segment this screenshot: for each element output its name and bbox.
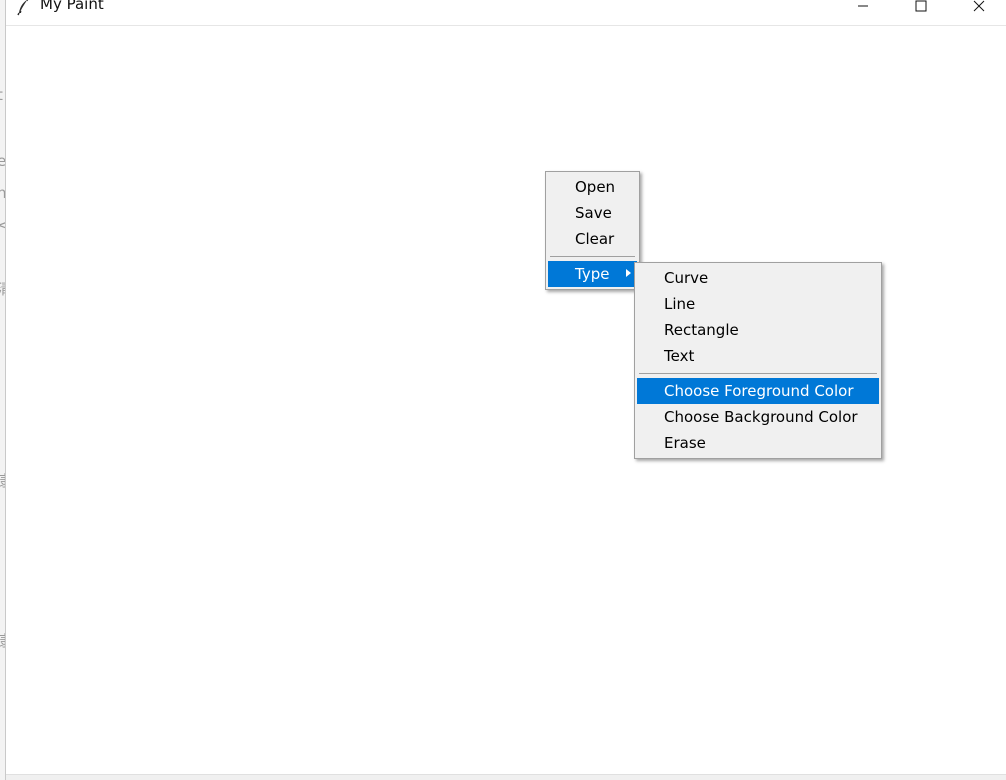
maximize-icon: [915, 0, 927, 16]
menu-item-label: Save: [575, 204, 612, 222]
menu-item-label: Rectangle: [664, 321, 739, 339]
window-title: My Paint: [40, 0, 104, 13]
menu-item-type[interactable]: Type: [548, 261, 637, 287]
menu-separator: [550, 256, 635, 257]
menu-item-label: Erase: [664, 434, 706, 452]
menu-separator: [639, 373, 877, 374]
background-glyph: t: [0, 86, 3, 104]
submenu-arrow-icon: [626, 269, 631, 277]
title-bar[interactable]: My Paint: [6, 0, 1006, 26]
submenu-item-rectangle[interactable]: Rectangle: [637, 317, 879, 343]
close-icon: [973, 0, 985, 16]
menu-item-label: Line: [664, 295, 696, 313]
menu-item-label: Choose Foreground Color: [664, 382, 854, 400]
minimize-button[interactable]: [834, 0, 892, 20]
menu-item-clear[interactable]: Clear: [548, 226, 637, 252]
feather-icon: [16, 0, 32, 16]
menu-item-label: Choose Background Color: [664, 408, 858, 426]
submenu-item-choose-foreground-color[interactable]: Choose Foreground Color: [637, 378, 879, 404]
menu-item-label: Type: [575, 265, 610, 283]
submenu-item-curve[interactable]: Curve: [637, 265, 879, 291]
submenu-item-text[interactable]: Text: [637, 343, 879, 369]
submenu-item-erase[interactable]: Erase: [637, 430, 879, 456]
submenu-item-line[interactable]: Line: [637, 291, 879, 317]
close-button[interactable]: [950, 0, 1006, 20]
maximize-button[interactable]: [892, 0, 950, 20]
minimize-icon: [857, 0, 869, 16]
window-bottom-border: [6, 774, 1006, 780]
menu-item-save[interactable]: Save: [548, 200, 637, 226]
menu-item-label: Curve: [664, 269, 709, 287]
type-submenu: Curve Line Rectangle Text Choose Foregro…: [634, 262, 882, 459]
submenu-item-choose-background-color[interactable]: Choose Background Color: [637, 404, 879, 430]
menu-item-label: Clear: [575, 230, 615, 248]
context-menu: Open Save Clear Type: [545, 171, 640, 290]
menu-item-label: Open: [575, 178, 616, 196]
menu-item-open[interactable]: Open: [548, 174, 637, 200]
app-window: My Paint Open Save Clear Type Curve Line…: [6, 0, 1006, 780]
menu-item-label: Text: [664, 347, 695, 365]
